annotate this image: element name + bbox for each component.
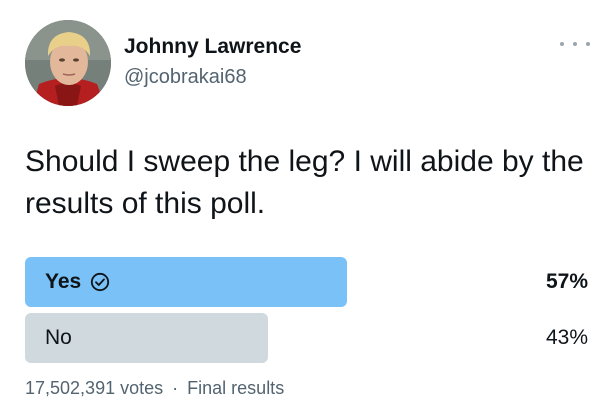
author-name[interactable]: Johnny Lawrence — [124, 35, 301, 59]
separator: · — [172, 378, 179, 398]
poll-option-label: No — [45, 313, 72, 363]
more-dot — [586, 42, 590, 46]
more-options-icon[interactable] — [560, 36, 590, 52]
vote-count: 17,502,391 votes — [25, 378, 164, 398]
poll-percentage: 57% — [545, 270, 588, 293]
poll-percentage: 43% — [545, 326, 588, 349]
more-dot — [573, 42, 577, 46]
poll-status: Final results — [187, 378, 285, 398]
poll-option-yes: Yes 57% — [25, 257, 590, 307]
author-handle[interactable]: @jcobrakai68 — [124, 66, 247, 89]
poll-option-text: Yes — [45, 270, 82, 293]
tweet-text: Should I sweep the leg? I will abide by … — [25, 145, 584, 220]
avatar[interactable] — [25, 20, 111, 106]
poll-option-no: No 43% — [25, 313, 590, 363]
poll-option-text: No — [45, 326, 72, 349]
poll-option-label: Yes — [45, 257, 110, 307]
check-circle-icon — [90, 272, 110, 292]
poll-footer: 17,502,391 votes · Final results — [25, 378, 284, 399]
tweet-card: Johnny Lawrence @jcobrakai68 Should I sw… — [0, 0, 615, 412]
more-dot — [560, 42, 564, 46]
